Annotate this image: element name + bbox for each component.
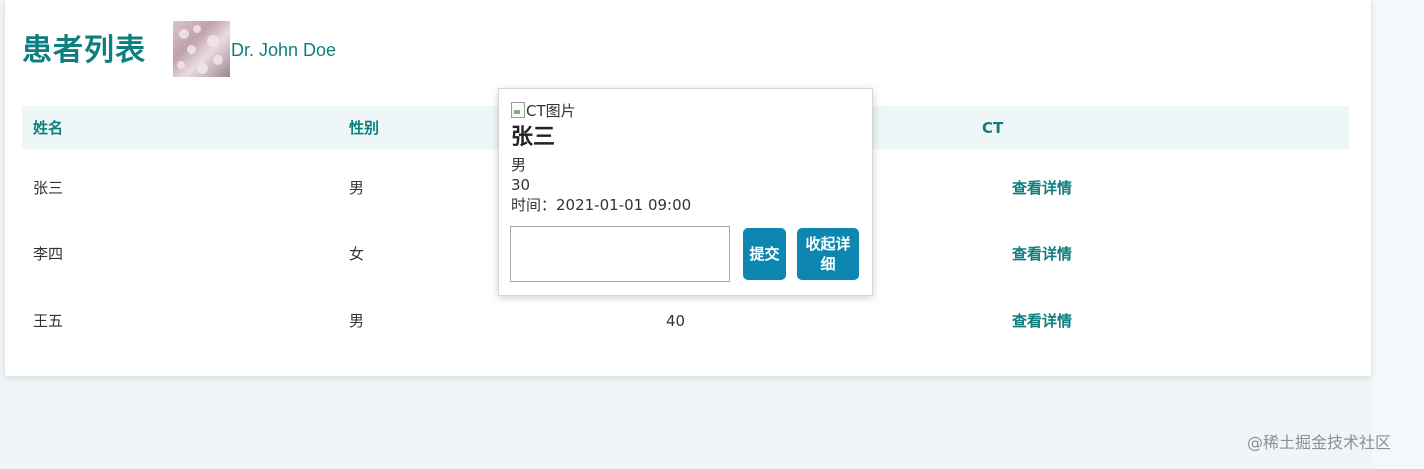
broken-image-icon — [511, 102, 525, 118]
ct-image: CT图片 — [511, 101, 576, 121]
patient-age: 40 — [666, 312, 686, 330]
table-row: 王五 男 40 查看详情 — [22, 288, 1349, 354]
patient-detail-popup: CT图片 张三 男 30 时间：2021-01-01 09:00 提交 收起详细 — [498, 88, 873, 296]
collapse-button-label: 收起详细 — [805, 235, 851, 273]
submit-button[interactable]: 提交 — [743, 228, 786, 280]
view-details-link[interactable]: 查看详情 — [1012, 311, 1072, 331]
popup-patient-gender: 男 — [511, 156, 527, 174]
popup-patient-age: 30 — [511, 176, 531, 194]
page-side-strip — [1372, 0, 1424, 469]
popup-exam-time: 时间：2021-01-01 09:00 — [511, 196, 692, 214]
watermark: @稀土掘金技术社区 — [1247, 433, 1392, 452]
popup-patient-name: 张三 — [511, 125, 556, 150]
doctor-name: Dr. John Doe — [231, 40, 337, 60]
patient-gender: 男 — [349, 312, 365, 330]
avatar — [173, 21, 230, 77]
submit-button-label: 提交 — [749, 245, 780, 263]
patient-name: 张三 — [33, 179, 64, 197]
patient-name: 王五 — [33, 312, 64, 330]
ct-image-alt-text: CT图片 — [526, 102, 576, 120]
column-header-name: 姓名 — [33, 119, 64, 137]
view-details-link[interactable]: 查看详情 — [1012, 244, 1072, 264]
collapse-details-button[interactable]: 收起详细 — [797, 228, 859, 280]
column-header-gender: 性别 — [349, 119, 380, 137]
patient-gender: 男 — [349, 179, 365, 197]
view-details-link[interactable]: 查看详情 — [1012, 178, 1072, 198]
page-title: 患者列表 — [22, 33, 146, 68]
patient-gender: 女 — [349, 245, 365, 263]
column-header-ct: CT — [982, 119, 1004, 137]
patient-name: 李四 — [33, 245, 64, 263]
comment-input[interactable] — [510, 226, 730, 282]
